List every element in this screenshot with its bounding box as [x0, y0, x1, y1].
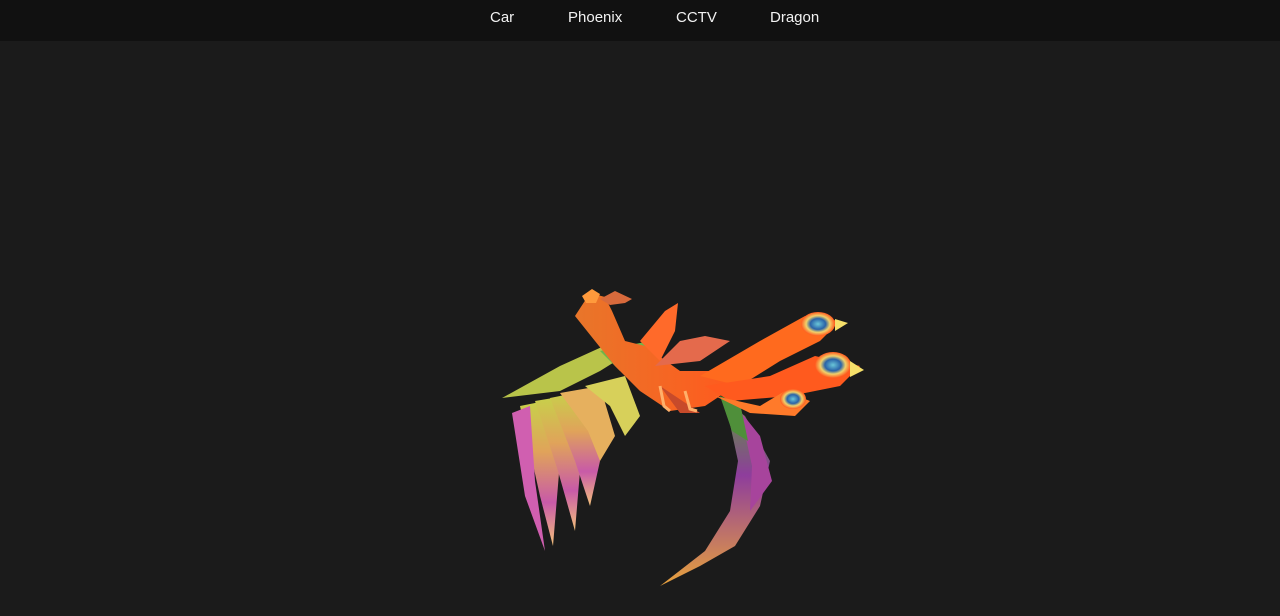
nav-link-dragon[interactable]: Dragon	[770, 10, 819, 26]
phoenix-tail	[700, 312, 864, 416]
nav-link-cctv[interactable]: CCTV	[676, 10, 717, 26]
top-navigation-bar: Car Phoenix CCTV Dragon	[0, 0, 1280, 41]
3d-viewer-canvas[interactable]	[0, 41, 1280, 616]
nav-link-phoenix[interactable]: Phoenix	[568, 10, 622, 26]
right-wing	[660, 396, 772, 586]
phoenix-model[interactable]	[0, 41, 1280, 616]
nav-link-car[interactable]: Car	[490, 10, 514, 26]
